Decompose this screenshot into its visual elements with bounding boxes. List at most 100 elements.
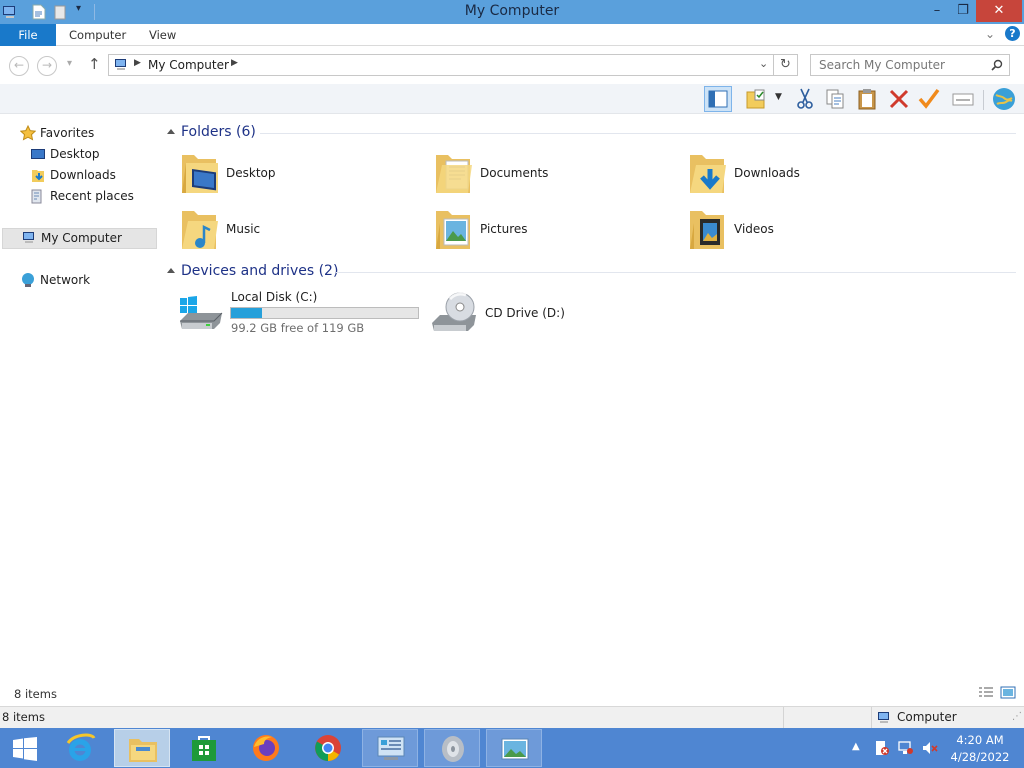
taskbar-store[interactable] — [176, 729, 232, 767]
bottom-location: Computer — [897, 710, 957, 724]
collapse-folders-icon[interactable] — [167, 129, 175, 134]
folder-documents[interactable]: Documents — [430, 147, 680, 201]
folder-downloads[interactable]: Downloads — [684, 147, 934, 201]
control-panel-icon — [377, 736, 405, 760]
search-input[interactable]: Search My Computer — [810, 54, 1010, 76]
network-status-icon[interactable] — [898, 740, 914, 756]
chrome-icon — [315, 735, 341, 761]
ribbon-tabs: File Computer View ⌄ ? — [0, 24, 1024, 46]
firefox-icon — [253, 735, 279, 761]
back-button[interactable]: ← — [9, 56, 29, 76]
group-divider — [336, 272, 1016, 273]
tab-computer[interactable]: Computer — [69, 24, 126, 46]
folder-desktop[interactable]: Desktop — [176, 147, 426, 201]
nav-desktop-label: Desktop — [50, 147, 100, 161]
folder-music[interactable]: Music — [176, 203, 426, 257]
nav-favorites[interactable]: Favorites — [20, 123, 140, 143]
expand-ribbon-icon[interactable]: ⌄ — [985, 27, 995, 41]
cut-button[interactable] — [792, 86, 820, 112]
preview-pane-icon — [708, 90, 728, 108]
tab-file[interactable]: File — [0, 24, 56, 46]
clock-date[interactable]: 4/28/2022 — [948, 750, 1012, 764]
preview-pane-button[interactable] — [704, 86, 732, 112]
delete-button[interactable] — [886, 86, 914, 112]
rename-button[interactable] — [916, 86, 944, 112]
clipboard-icon — [858, 89, 876, 110]
taskbar-media[interactable] — [424, 729, 480, 767]
forward-button[interactable]: → — [37, 56, 57, 76]
close-button[interactable]: ✕ — [976, 0, 1022, 22]
breadcrumb-chevron-icon[interactable]: ▶ — [134, 58, 141, 68]
help-icon[interactable]: ? — [1005, 26, 1020, 41]
downloads-icon — [32, 170, 44, 182]
paste-button[interactable] — [854, 86, 882, 112]
windows-logo-icon — [13, 737, 37, 761]
item-count: 8 items — [14, 687, 57, 701]
folder-label: Videos — [734, 222, 774, 236]
nav-my-computer[interactable]: My Computer — [2, 228, 157, 249]
globe-icon — [993, 88, 1015, 110]
taskbar-file-explorer[interactable] — [114, 729, 170, 767]
breadcrumb-path[interactable]: My Computer — [148, 58, 229, 72]
nav-downloads[interactable]: Downloads — [30, 165, 150, 185]
properties-dropdown-icon[interactable]: ▼ — [775, 92, 782, 102]
action-center-icon[interactable] — [874, 740, 890, 756]
folder-label: Documents — [480, 166, 549, 180]
properties-button[interactable] — [744, 86, 772, 112]
address-bar[interactable]: ▶ My Computer ▶ ⌄ — [108, 54, 774, 76]
folder-pictures[interactable]: Pictures — [430, 203, 680, 257]
group-divider — [260, 133, 1016, 134]
recent-locations-icon[interactable]: ▾ — [67, 58, 72, 69]
nav-network[interactable]: Network — [20, 270, 140, 290]
drive-free-space: 99.2 GB free of 119 GB — [231, 321, 365, 335]
resize-grip-icon[interactable]: ⋰ — [1012, 711, 1022, 722]
internet-explorer-icon — [66, 733, 96, 761]
folder-label: Downloads — [734, 166, 800, 180]
computer-icon — [23, 232, 34, 243]
select-all-icon — [952, 93, 974, 106]
bottom-status-bar: 8 items Computer ⋰ — [0, 706, 1024, 729]
clock-time[interactable]: 4:20 AM — [952, 733, 1008, 747]
folders-group-header[interactable]: Folders (6) — [181, 124, 256, 140]
taskbar-internet-explorer[interactable] — [52, 729, 108, 767]
drive-local-disk-c[interactable]: Local Disk (C:) 99.2 GB free of 119 GB — [176, 287, 426, 339]
volume-muted-icon[interactable] — [922, 740, 938, 756]
tab-view[interactable]: View — [149, 24, 176, 46]
computer-icon — [878, 712, 889, 723]
folder-label: Desktop — [226, 166, 276, 180]
large-icons-view-icon[interactable] — [1000, 686, 1016, 700]
network-button[interactable] — [990, 86, 1018, 112]
drive-cd-d[interactable]: CD Drive (D:) — [430, 287, 630, 339]
copy-button[interactable] — [822, 86, 850, 112]
drive-usage-fill — [231, 308, 263, 318]
details-view-icon[interactable] — [978, 686, 994, 700]
start-button[interactable] — [0, 729, 50, 767]
file-explorer-icon — [129, 739, 157, 762]
nav-recent-places[interactable]: Recent places — [30, 186, 150, 206]
show-hidden-icons-icon[interactable]: ▲ — [852, 741, 860, 752]
title-bar[interactable]: ▾ My Computer – ❐ ✕ — [0, 0, 1024, 24]
nav-recent-places-label: Recent places — [50, 189, 134, 203]
taskbar-photos[interactable] — [486, 729, 542, 767]
minimize-button[interactable]: – — [924, 0, 950, 22]
restore-button[interactable]: ❐ — [950, 0, 976, 22]
address-dropdown-icon[interactable]: ⌄ — [759, 57, 768, 70]
drives-group-header[interactable]: Devices and drives (2) — [181, 263, 338, 279]
pictures-folder-icon — [436, 211, 470, 249]
videos-folder-icon — [690, 211, 724, 249]
select-button[interactable] — [950, 86, 978, 112]
collapse-drives-icon[interactable] — [167, 268, 175, 273]
breadcrumb-chevron-icon[interactable]: ▶ — [231, 58, 238, 68]
music-folder-icon — [182, 211, 218, 249]
search-icon[interactable] — [991, 59, 1003, 71]
properties-icon — [746, 89, 765, 109]
up-button[interactable]: ↑ — [88, 55, 101, 73]
status-bar: 8 items — [0, 686, 1024, 706]
folder-videos[interactable]: Videos — [684, 203, 934, 257]
taskbar-chrome[interactable] — [300, 729, 356, 767]
refresh-button[interactable]: ↻ — [774, 54, 798, 76]
taskbar-control-panel[interactable] — [362, 729, 418, 767]
bottom-item-count: 8 items — [2, 710, 45, 724]
taskbar-firefox[interactable] — [238, 729, 294, 767]
nav-desktop[interactable]: Desktop — [30, 144, 150, 164]
